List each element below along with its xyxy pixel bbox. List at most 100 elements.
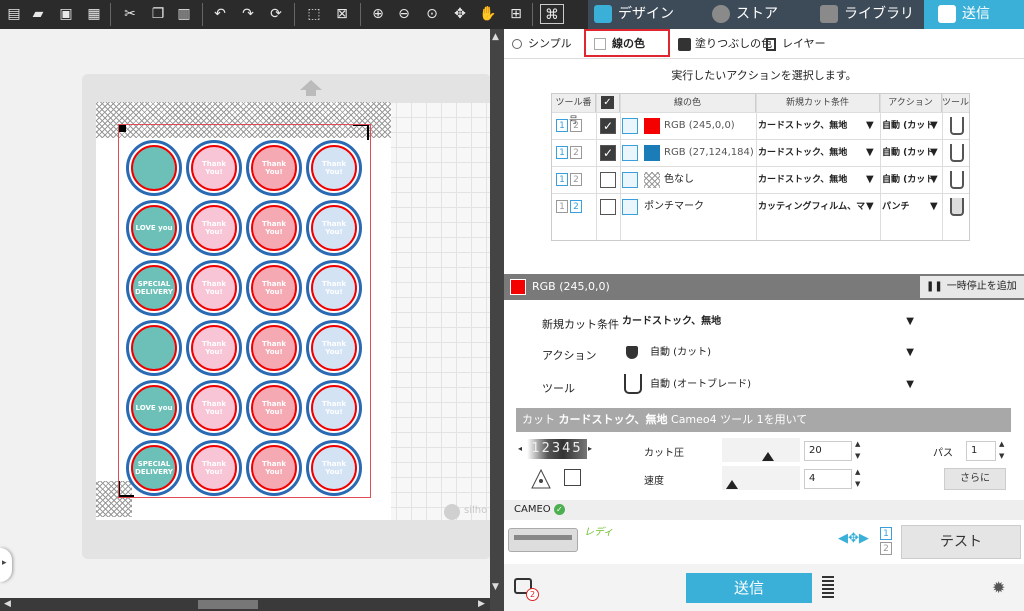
- sticker-red[interactable]: Thank You!: [246, 380, 302, 436]
- sticker-pink[interactable]: Thank You!: [186, 200, 242, 256]
- row-checkbox[interactable]: ✓: [600, 118, 616, 134]
- new-document-icon[interactable]: ▤: [4, 4, 24, 24]
- print-icon[interactable]: ▦: [84, 4, 104, 24]
- action-cell[interactable]: 自動 (カット: [882, 113, 932, 139]
- mode-layer-option[interactable]: レイヤー: [766, 33, 826, 55]
- sticker-teal[interactable]: SPECIAL DELIVERY: [126, 260, 182, 316]
- sticker-pink[interactable]: Thank You!: [186, 140, 242, 196]
- passes-input[interactable]: 1: [966, 441, 996, 461]
- blade-decrease-icon[interactable]: ◂: [518, 444, 522, 453]
- undo-icon[interactable]: ↶: [210, 4, 230, 24]
- material-dropdown-icon[interactable]: ▼: [866, 167, 878, 193]
- save-icon[interactable]: ▣: [56, 4, 76, 24]
- scroll-right-icon[interactable]: ▶: [478, 599, 485, 609]
- tool-slot-2[interactable]: 2: [880, 542, 892, 555]
- action-dropdown-icon[interactable]: ▼: [930, 113, 942, 139]
- trace-icon[interactable]: ⌘: [540, 4, 564, 24]
- cut-scissors-icon[interactable]: ✂: [120, 4, 140, 24]
- mode-fill-color-option[interactable]: 塗りつぶしの色: [678, 33, 772, 55]
- table-row[interactable]: 12ポンチマークカッティングフィルム、マット▼パンチ▼: [552, 193, 969, 220]
- material-cell[interactable]: カードストック、無地: [758, 167, 866, 193]
- material-cell[interactable]: カッティングフィルム、マット: [758, 194, 866, 220]
- scroll-left-icon[interactable]: ◀: [4, 599, 11, 609]
- tool-num-1[interactable]: 1: [556, 172, 568, 186]
- select-all-checkbox[interactable]: ✓: [601, 96, 614, 109]
- row-checkbox[interactable]: [600, 172, 616, 188]
- tool-number-cell[interactable]: 12: [556, 113, 596, 139]
- tab-design[interactable]: デザイン: [588, 0, 700, 29]
- material-dropdown-icon[interactable]: ▼: [866, 194, 878, 220]
- action-cell[interactable]: 自動 (カット: [882, 140, 932, 166]
- sticker-teal[interactable]: [126, 140, 182, 196]
- row-checkbox[interactable]: ✓: [600, 145, 616, 161]
- paste-icon[interactable]: ▥: [174, 4, 194, 24]
- tool-number-cell[interactable]: 12: [556, 140, 596, 166]
- sticker-teal[interactable]: LOVE you: [126, 200, 182, 256]
- color-picker-icon[interactable]: [622, 199, 638, 215]
- sticker-red[interactable]: Thank You!: [246, 320, 302, 376]
- sticker-pink[interactable]: Thank You!: [186, 440, 242, 496]
- color-picker-icon[interactable]: [622, 172, 638, 188]
- horizontal-scroll-thumb[interactable]: [198, 600, 258, 609]
- table-row[interactable]: 1 2 ✓ RGB (27,124,184) カードストック、無地 ▼ 自動 (カット ▼: [552, 139, 969, 166]
- zoom-out-icon[interactable]: ⊖: [394, 4, 414, 24]
- redraw-icon[interactable]: ⟳: [266, 4, 286, 24]
- material-select[interactable]: カードストック、無地 ▼: [618, 309, 920, 335]
- sticker-light-blue[interactable]: Thank You!: [306, 140, 362, 196]
- mode-simple-option[interactable]: シンプル: [512, 33, 572, 55]
- sticker-light-blue[interactable]: Thank You!: [306, 380, 362, 436]
- open-folder-icon[interactable]: ▰: [28, 4, 48, 24]
- sticker-pink[interactable]: Thank You!: [186, 320, 242, 376]
- action-select[interactable]: 自動 (カット) ▼: [618, 340, 920, 366]
- sticker-red[interactable]: Thank You!: [246, 440, 302, 496]
- sticker-red[interactable]: Thank You!: [246, 260, 302, 316]
- blade-depth-dial[interactable]: 12345: [527, 439, 587, 459]
- scroll-up-icon[interactable]: ▲: [492, 32, 499, 42]
- action-dropdown-icon[interactable]: ▼: [930, 140, 942, 166]
- sticker-light-blue[interactable]: Thank You!: [306, 440, 362, 496]
- action-cell[interactable]: 自動 (カット: [882, 167, 932, 193]
- action-dropdown-icon[interactable]: ▼: [930, 167, 942, 193]
- sticker-red[interactable]: Thank You!: [246, 140, 302, 196]
- zoom-in-icon[interactable]: ⊕: [368, 4, 388, 24]
- sticker-teal[interactable]: LOVE you: [126, 380, 182, 436]
- sticker-pink[interactable]: Thank You!: [186, 260, 242, 316]
- tool-number-cell[interactable]: 12: [556, 194, 596, 220]
- material-cell[interactable]: カードストック、無地: [758, 113, 866, 139]
- speed-slider-thumb[interactable]: [726, 480, 738, 489]
- copy-icon[interactable]: ❐: [148, 4, 168, 24]
- color-picker-icon[interactable]: [622, 118, 638, 134]
- tool-num-1[interactable]: 1: [556, 118, 568, 132]
- select-all-icon[interactable]: ⬚: [304, 4, 324, 24]
- vertical-scrollbar[interactable]: [490, 29, 504, 611]
- tool-number-cell[interactable]: 12: [556, 167, 596, 193]
- sticker-teal[interactable]: SPECIAL DELIVERY: [126, 440, 182, 496]
- sticker-red[interactable]: Thank You!: [246, 200, 302, 256]
- more-button[interactable]: さらに: [944, 468, 1006, 490]
- sticker-light-blue[interactable]: Thank You!: [306, 320, 362, 376]
- tool-num-2[interactable]: 2: [570, 199, 582, 213]
- tool-select[interactable]: 自動 (オートブレード) ▼: [618, 372, 920, 398]
- force-input[interactable]: 20: [804, 441, 852, 461]
- add-page-icon[interactable]: ⊞: [506, 4, 526, 24]
- sticker-light-blue[interactable]: Thank You!: [306, 260, 362, 316]
- tool-num-1[interactable]: 1: [556, 199, 568, 213]
- material-dropdown-icon[interactable]: ▼: [866, 140, 878, 166]
- deselect-icon[interactable]: ⊠: [332, 4, 352, 24]
- tool-num-2[interactable]: 2: [570, 118, 582, 132]
- tool-checkbox[interactable]: [564, 469, 581, 486]
- material-dropdown-icon[interactable]: ▼: [866, 113, 878, 139]
- sticker-teal[interactable]: [126, 320, 182, 376]
- tab-store[interactable]: ストア: [700, 0, 812, 29]
- speed-stepper[interactable]: ▲ ▼: [855, 466, 860, 490]
- tool-num-1[interactable]: 1: [556, 145, 568, 159]
- zoom-fit-icon[interactable]: ⊙: [422, 4, 442, 24]
- tool-adjust-icon[interactable]: [530, 468, 552, 490]
- tab-library[interactable]: ライブラリ: [812, 0, 924, 29]
- sticker-pink[interactable]: Thank You!: [186, 380, 242, 436]
- settings-gear-icon[interactable]: ✹: [992, 578, 1005, 597]
- force-stepper[interactable]: ▲ ▼: [855, 438, 860, 462]
- passes-stepper[interactable]: ▲ ▼: [999, 438, 1004, 462]
- th-select-all[interactable]: ✓: [596, 94, 620, 112]
- tool-slot-1[interactable]: 1: [880, 527, 892, 540]
